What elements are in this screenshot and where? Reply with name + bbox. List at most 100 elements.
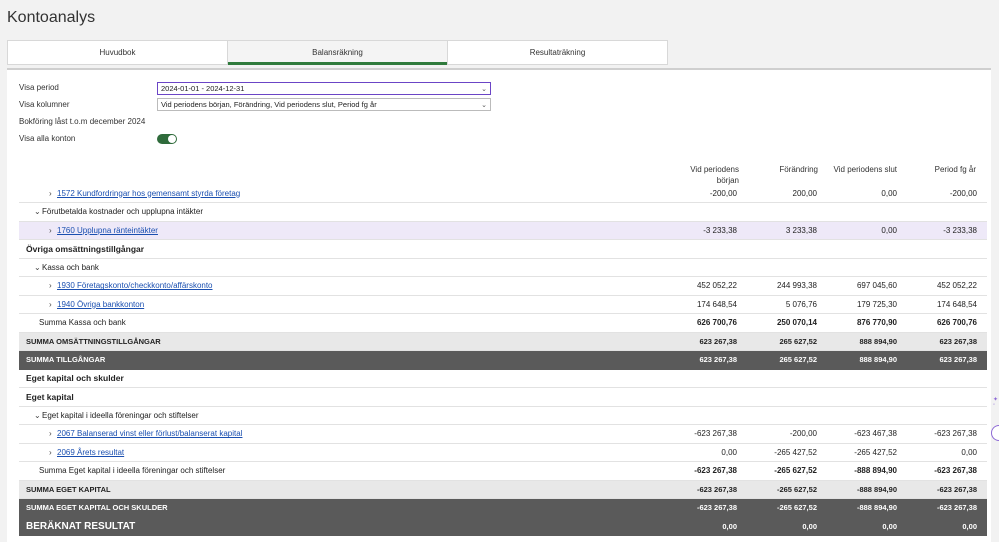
account-link[interactable]: 1940 Övriga bankkonton: [57, 300, 144, 309]
sum-label: BERÄKNAT RESULTAT: [19, 517, 667, 536]
cell-change: -265 427,52: [747, 443, 827, 462]
chevron-right-icon[interactable]: ›: [49, 281, 57, 290]
cell-change: 200,00: [747, 184, 827, 203]
chevron-right-icon[interactable]: ›: [49, 448, 57, 457]
cell-end: 888 894,90: [827, 350, 907, 370]
cell-start: -623 267,38: [667, 498, 747, 518]
cell-start: -623 267,38: [667, 424, 747, 444]
col-head-prev-year: Period fg år: [934, 165, 976, 174]
chevron-down-icon[interactable]: ⌄: [34, 207, 42, 216]
toggle-knob: [168, 135, 176, 143]
table-row: SUMMA TILLGÅNGAR 623 267,38 265 627,52 8…: [19, 350, 987, 370]
account-link[interactable]: 2067 Balanserad vinst eller förlust/bala…: [57, 429, 242, 438]
table-row: ⌄Förutbetalda kostnader och upplupna int…: [19, 202, 987, 222]
table-row: Summa Kassa och bank 626 700,76 250 070,…: [19, 313, 987, 333]
table-row: › 2069 Årets resultat 0,00 -265 427,52 -2…: [19, 443, 987, 462]
cell-start: 0,00: [667, 517, 747, 536]
table-row: Eget kapital och skulder: [19, 369, 987, 388]
sum-label: SUMMA EGET KAPITAL OCH SKULDER: [19, 498, 667, 518]
cell-prev-year: -200,00: [907, 184, 987, 203]
cell-prev-year: 174 648,54: [907, 295, 987, 314]
account-link[interactable]: 1930 Företagskonto/checkkonto/affärskont…: [57, 281, 213, 290]
group-label: Eget kapital i ideella föreningar och st…: [42, 410, 199, 420]
period-label: Visa period: [19, 83, 59, 92]
table-row: Övriga omsättningstillgångar: [19, 239, 987, 259]
cell-start: -623 267,38: [667, 461, 747, 481]
chevron-right-icon[interactable]: ›: [49, 429, 57, 438]
chevron-down-icon[interactable]: ⌄: [34, 411, 42, 420]
cell-end: 876 770,90: [827, 313, 907, 333]
cell-change: 244 993,38: [747, 276, 827, 296]
sparkle-icon: ✦ ◦: [992, 397, 998, 408]
cell-start: 623 267,38: [667, 332, 747, 351]
cell-prev-year: 623 267,38: [907, 332, 987, 351]
chevron-down-icon: ⌄: [481, 101, 487, 109]
tab-huvudbok[interactable]: Huvudbok: [8, 41, 228, 64]
cell-prev-year: 0,00: [907, 517, 987, 536]
cell-change: 0,00: [747, 517, 827, 536]
col-head-start: Vid periodens början: [659, 164, 739, 186]
cell-prev-year: 452 052,22: [907, 276, 987, 296]
table-row: SUMMA EGET KAPITAL -623 267,38 -265 627,…: [19, 480, 987, 499]
account-link[interactable]: 2069 Årets resultat: [57, 448, 124, 457]
cell-change: -265 627,52: [747, 480, 827, 499]
cell-start: -3 233,38: [667, 221, 747, 240]
columns-select[interactable]: Vid periodens början, Förändring, Vid pe…: [157, 98, 491, 111]
cell-start: -623 267,38: [667, 480, 747, 499]
chevron-right-icon[interactable]: ›: [49, 189, 57, 198]
sum-label: Summa Kassa och bank: [19, 313, 667, 333]
columns-value: Vid periodens början, Förändring, Vid pe…: [161, 100, 377, 109]
sum-label: Summa Eget kapital i ideella föreningar …: [19, 461, 667, 481]
report-panel: Visa period 2024-01-01 - 2024-12-31 ⌄ Vi…: [7, 70, 991, 542]
cell-start: 0,00: [667, 443, 747, 462]
cell-change: -265 627,52: [747, 461, 827, 481]
cell-change: -200,00: [747, 424, 827, 444]
help-widget-tab[interactable]: [991, 425, 999, 441]
cell-end: 0,00: [827, 517, 907, 536]
table-row: › 1572 Kundfordringar hos gemensamt styrd…: [19, 184, 987, 203]
section-heading: Övriga omsättningstillgångar: [19, 239, 987, 259]
locked-text: Bokföring låst t.o.m december 2024: [19, 117, 146, 126]
cell-start: 174 648,54: [667, 295, 747, 314]
page-title: Kontoanalys: [7, 9, 96, 26]
chevron-down-icon[interactable]: ⌄: [34, 263, 42, 272]
table-row: › 1940 Övriga bankkonton 174 648,54 5 076…: [19, 295, 987, 314]
show-all-label: Visa alla konton: [19, 134, 76, 143]
cell-change: 250 070,14: [747, 313, 827, 333]
cell-end: -888 894,90: [827, 461, 907, 481]
balance-table: › 1572 Kundfordringar hos gemensamt styrd…: [19, 184, 987, 536]
col-head-change: Förändring: [779, 165, 818, 174]
chevron-right-icon[interactable]: ›: [49, 300, 57, 309]
table-row: SUMMA OMSÄTTNINGSTILLGÅNGAR 623 267,38 2…: [19, 332, 987, 351]
tab-resultatrakning[interactable]: Resultaträkning: [448, 41, 667, 64]
cell-end: -623 467,38: [827, 424, 907, 444]
cell-end: -888 894,90: [827, 480, 907, 499]
cell-change: 3 233,38: [747, 221, 827, 240]
cell-end: 0,00: [827, 184, 907, 203]
cell-start: -200,00: [667, 184, 747, 203]
account-link[interactable]: 1572 Kundfordringar hos gemensamt styrda…: [57, 189, 240, 198]
cell-prev-year: -623 267,38: [907, 424, 987, 444]
col-head-start-line1: Vid periodens: [690, 165, 739, 174]
period-select[interactable]: 2024-01-01 - 2024-12-31 ⌄: [157, 82, 491, 95]
cell-end: -888 894,90: [827, 498, 907, 518]
show-all-toggle[interactable]: [157, 134, 177, 144]
account-link[interactable]: 1760 Upplupna ränteintäkter: [57, 226, 158, 235]
sum-label: SUMMA EGET KAPITAL: [19, 480, 667, 499]
cell-change: 5 076,76: [747, 295, 827, 314]
table-row: › 1760 Upplupna ränteintäkter -3 233,38 3…: [19, 221, 987, 240]
cell-change: 265 627,52: [747, 350, 827, 370]
cell-prev-year: -3 233,38: [907, 221, 987, 240]
table-row: › 1930 Företagskonto/checkkonto/affärskon…: [19, 276, 987, 296]
table-row: Summa Eget kapital i ideella föreningar …: [19, 461, 987, 481]
cell-prev-year: -623 267,38: [907, 498, 987, 518]
chevron-right-icon[interactable]: ›: [49, 226, 57, 235]
cell-change: -265 627,52: [747, 498, 827, 518]
cell-end: 0,00: [827, 221, 907, 240]
cell-end: 179 725,30: [827, 295, 907, 314]
table-row: BERÄKNAT RESULTAT 0,00 0,00 0,00 0,00: [19, 517, 987, 536]
sum-label: SUMMA OMSÄTTNINGSTILLGÅNGAR: [19, 332, 667, 351]
tab-balansrakning[interactable]: Balansräkning: [228, 41, 448, 65]
cell-end: 697 045,60: [827, 276, 907, 296]
table-row: ⌄Eget kapital i ideella föreningar och s…: [19, 406, 987, 425]
